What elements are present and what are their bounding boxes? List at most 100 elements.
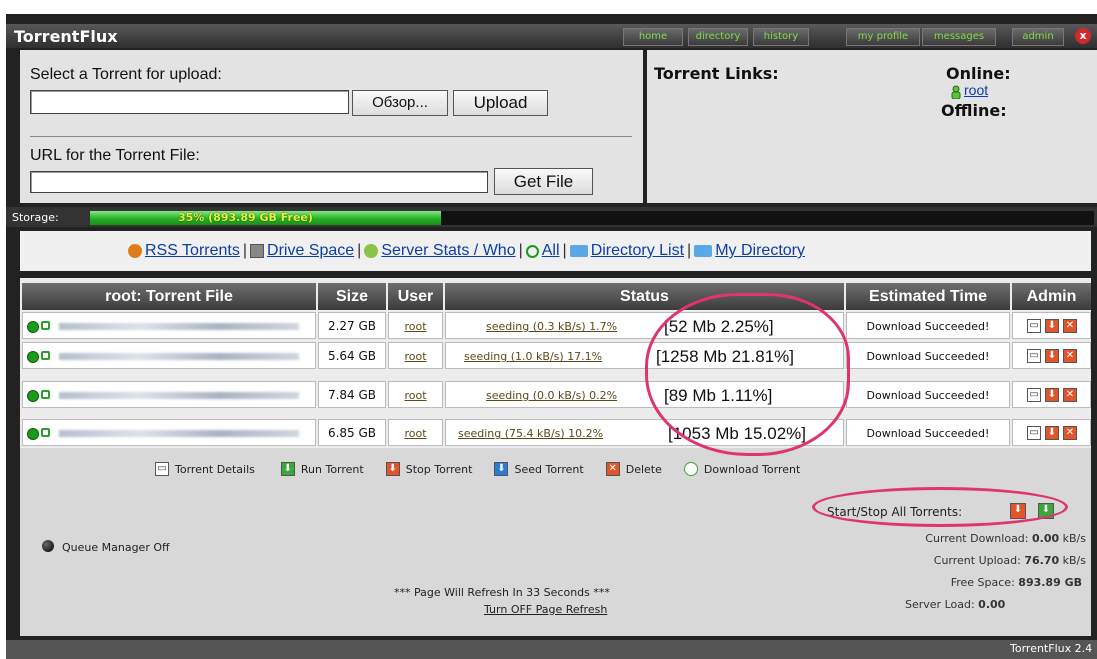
status-link[interactable]: seeding (75.4 kB/s) 10.2% [458, 420, 603, 447]
nav-my-profile[interactable]: my profile [846, 28, 920, 46]
separator: | [357, 242, 362, 259]
server-stats-link[interactable]: Server Stats / Who [381, 242, 515, 260]
queue-status-icon [42, 540, 54, 552]
legend-seed-torrent: Seed Torrent [514, 462, 584, 476]
torrent-file-icon [41, 390, 50, 399]
blurred-filename [59, 323, 299, 330]
server-icon [364, 244, 379, 258]
drive-icon [250, 244, 265, 258]
header-user[interactable]: User [388, 283, 443, 310]
queue-manager-status: Queue Manager Off [62, 541, 170, 554]
delete-icon[interactable]: ✕ [1063, 349, 1077, 363]
server-load-label: Server Load: [905, 598, 975, 611]
nav-messages[interactable]: messages [922, 28, 996, 46]
directory-list-link[interactable]: Directory List [591, 242, 684, 260]
version-label: TorrentFlux 2.4 [1010, 642, 1093, 655]
delete-icon: ✕ [605, 462, 620, 476]
torrent-details-icon: ▭ [155, 462, 169, 476]
torrent-file-icon [41, 351, 50, 360]
header-estimated-time[interactable]: Estimated Time [846, 283, 1010, 310]
browse-button[interactable]: Обзор... [352, 90, 448, 116]
torrent-url-input[interactable] [30, 171, 488, 193]
size-cell: 2.27 GB [318, 312, 386, 339]
toolbar-links: RSS Torrents | Drive Space | Server Stat… [128, 242, 805, 260]
status-link[interactable]: seeding (0.3 kB/s) 1.7% [486, 313, 617, 340]
current-upload-label: Current Upload: [933, 554, 1021, 567]
user-cell[interactable]: root [388, 381, 443, 408]
delete-icon[interactable]: ✕ [1063, 388, 1077, 402]
torrent-name-cell[interactable] [22, 419, 316, 446]
download-torrent-icon [683, 462, 698, 476]
folder-icon [694, 245, 713, 257]
admin-cell: ▭ ⬇ ✕ [1012, 381, 1091, 408]
get-file-button[interactable]: Get File [494, 168, 593, 195]
torrent-details-icon[interactable]: ▭ [1027, 349, 1041, 363]
current-download-label: Current Download: [925, 532, 1029, 545]
user-cell[interactable]: root [388, 419, 443, 446]
torrent-name-cell[interactable] [22, 342, 316, 369]
table-row: 6.85 GB root seeding (75.4 kB/s) 10.2% [… [20, 419, 1091, 448]
legend: ▭ Torrent Details ⬇ Run Torrent ⬇ Stop T… [155, 462, 800, 476]
legend-run-torrent: Run Torrent [300, 462, 364, 476]
all-link[interactable]: All [542, 242, 560, 260]
status-link[interactable]: seeding (1.0 kB/s) 17.1% [464, 343, 602, 370]
table-row: 5.64 GB root seeding (1.0 kB/s) 17.1% [1… [20, 342, 1091, 371]
server-load-line: Server Load: 0.00 [905, 598, 1005, 611]
eta-cell: Download Succeeded! [846, 419, 1010, 446]
torrent-file-icon [41, 321, 50, 330]
legend-download-torrent: Download Torrent [703, 462, 801, 476]
nav-home[interactable]: home [623, 28, 683, 46]
torrent-name-cell[interactable] [22, 381, 316, 408]
status-link[interactable]: seeding (0.0 kB/s) 0.2% [486, 382, 617, 409]
user-online-icon [950, 84, 962, 100]
torrent-details-icon[interactable]: ▭ [1027, 388, 1041, 402]
separator: | [518, 242, 523, 259]
user-cell[interactable]: root [388, 342, 443, 369]
storage-label: Storage: [12, 211, 59, 224]
online-user-link[interactable]: root [964, 82, 988, 98]
online-heading: Online: [946, 64, 1011, 83]
my-directory-link[interactable]: My Directory [715, 242, 805, 260]
upload-button[interactable]: Upload [453, 90, 548, 116]
size-cell: 6.85 GB [318, 419, 386, 446]
free-space-label: Free Space: [950, 576, 1015, 589]
header-torrent-file[interactable]: root: Torrent File [22, 283, 316, 310]
stop-torrent-icon[interactable]: ⬇ [1045, 426, 1059, 440]
annotation-circle-startstop [812, 487, 1068, 527]
size-cell: 7.84 GB [318, 381, 386, 408]
torrent-details-icon[interactable]: ▭ [1027, 426, 1041, 440]
status-green-icon [27, 428, 39, 440]
table-row: 7.84 GB root seeding (0.0 kB/s) 0.2% [89… [20, 381, 1091, 410]
delete-icon[interactable]: ✕ [1063, 319, 1077, 333]
all-icon [525, 244, 539, 258]
rss-torrents-link[interactable]: RSS Torrents [145, 242, 240, 260]
torrent-name-cell[interactable] [22, 312, 316, 339]
turn-off-refresh-link[interactable]: Turn OFF Page Refresh [484, 603, 607, 616]
admin-cell: ▭ ⬇ ✕ [1012, 342, 1091, 369]
header-admin: Admin [1012, 283, 1091, 310]
delete-icon[interactable]: ✕ [1063, 426, 1077, 440]
stop-torrent-icon[interactable]: ⬇ [1045, 388, 1059, 402]
run-torrent-icon: ⬇ [280, 462, 295, 476]
status-green-icon [27, 321, 39, 333]
status-green-icon [27, 351, 39, 363]
nav-history[interactable]: history [753, 28, 809, 46]
torrent-links-heading: Torrent Links: [654, 64, 779, 83]
seed-torrent-icon: ⬇ [494, 462, 509, 476]
eta-cell: Download Succeeded! [846, 312, 1010, 339]
nav-directory[interactable]: directory [688, 28, 748, 46]
blurred-filename [59, 430, 299, 437]
close-icon[interactable]: x [1075, 28, 1091, 44]
nav-admin[interactable]: admin [1012, 28, 1064, 46]
torrent-details-icon[interactable]: ▭ [1027, 319, 1041, 333]
drive-space-link[interactable]: Drive Space [267, 242, 354, 260]
user-cell[interactable]: root [388, 312, 443, 339]
stop-torrent-icon[interactable]: ⬇ [1045, 349, 1059, 363]
torrent-file-input[interactable] [30, 90, 349, 114]
free-space-line: Free Space: 893.89 GB [820, 576, 1082, 589]
stop-torrent-icon[interactable]: ⬇ [1045, 319, 1059, 333]
header-size[interactable]: Size [318, 283, 386, 310]
status-green-icon [27, 390, 39, 402]
separator: | [687, 242, 692, 259]
legend-stop-torrent: Stop Torrent [405, 462, 473, 476]
